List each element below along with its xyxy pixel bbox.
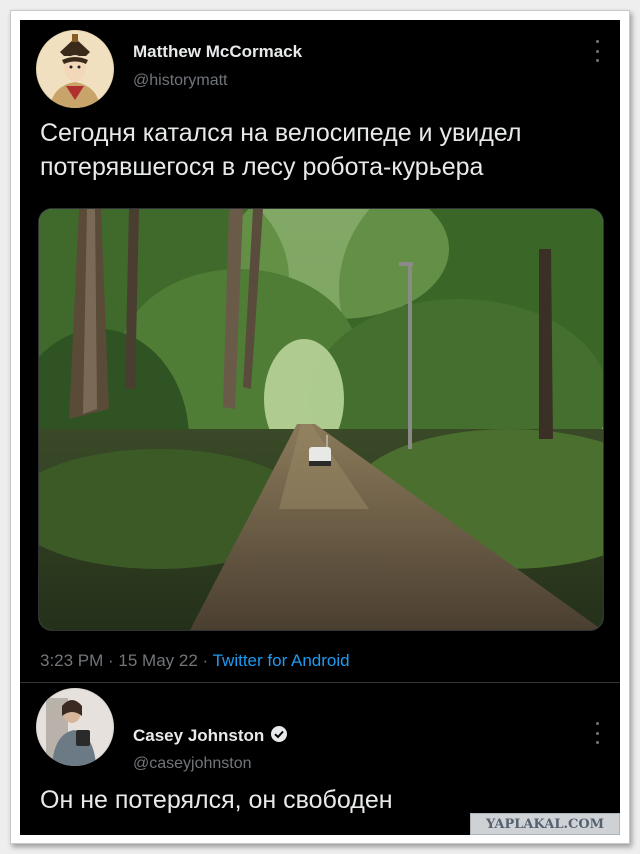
divider	[20, 682, 620, 683]
tweet-text: Сегодня катался на велосипеде и увидел п…	[40, 119, 522, 181]
reply-author-avatar[interactable]	[36, 688, 114, 766]
verified-badge-icon	[270, 725, 288, 748]
more-options-icon[interactable]	[590, 40, 604, 62]
tweet-source[interactable]: Twitter for Android	[213, 651, 350, 670]
tweet-timestamp[interactable]: 3:23 PM · 15 May 22 ·	[40, 651, 213, 670]
reply-author-name: Casey Johnston	[133, 725, 288, 748]
tweet-screenshot: Matthew McCormack @historymatt Сегодня к…	[20, 20, 620, 835]
watermark: YAPLAKAL.COM	[470, 813, 620, 835]
forest-path-photo[interactable]	[38, 208, 604, 631]
tweet-header: Matthew McCormack @historymatt	[36, 28, 604, 110]
reply-author-handle[interactable]: @caseyjohnston	[133, 755, 252, 773]
reply-text: Он не потерялся, он свободен	[40, 786, 393, 814]
tweet-meta: 3:23 PM · 15 May 22 · Twitter for Androi…	[40, 651, 350, 671]
author-handle[interactable]: @historymatt	[133, 72, 227, 90]
reply-more-options-icon[interactable]	[590, 722, 604, 744]
author-avatar[interactable]	[36, 30, 114, 108]
reply-author-name-text[interactable]: Casey Johnston	[133, 726, 264, 745]
author-name[interactable]: Matthew McCormack	[133, 42, 302, 62]
reply-header: Casey Johnston @caseyjohnston	[36, 688, 604, 773]
